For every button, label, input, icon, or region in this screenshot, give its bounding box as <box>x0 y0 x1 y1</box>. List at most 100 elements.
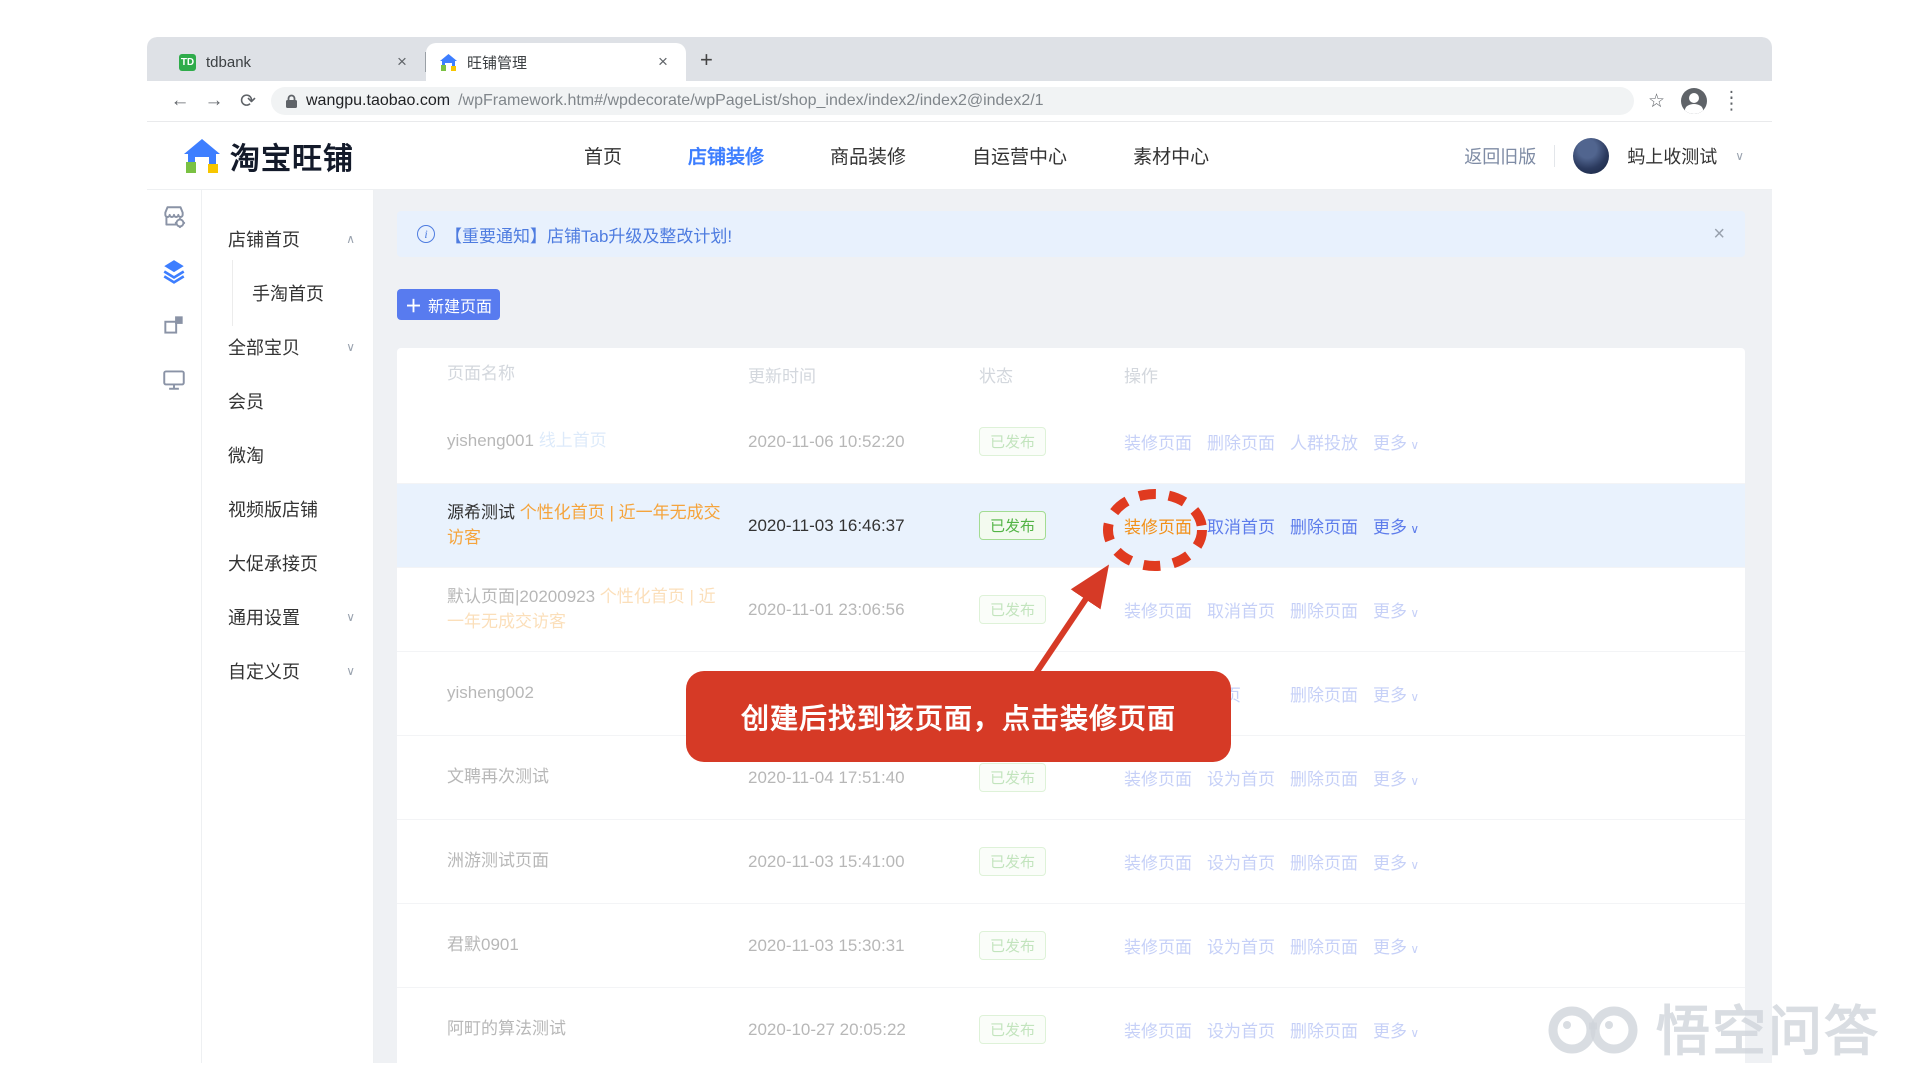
action-link-设为首页[interactable]: 设为首页 <box>1207 933 1275 958</box>
action-link-删除页面[interactable]: 删除页面 <box>1290 681 1358 706</box>
sidebar-item-label: 店铺首页 <box>228 226 300 252</box>
new-page-button[interactable]: ＋ 新建页面 <box>397 289 500 320</box>
action-link-更多[interactable]: 更多 ∨ <box>1373 933 1441 958</box>
action-link-设为首页[interactable]: 设为首页 <box>1207 765 1275 790</box>
status-cell: 已发布 <box>979 1015 1124 1044</box>
action-link-删除页面[interactable]: 删除页面 <box>1290 597 1358 622</box>
page-name: yisheng001 <box>447 431 539 450</box>
plus-icon: ＋ <box>405 292 422 317</box>
widgets-icon[interactable] <box>161 312 187 338</box>
action-link-设为首页[interactable]: 设为首页 <box>1207 1017 1275 1042</box>
status-badge: 已发布 <box>979 511 1046 540</box>
browser-tab-tdbank[interactable]: TD tdbank × <box>165 43 425 81</box>
chevron-down-icon: ∨ <box>1407 1026 1419 1040</box>
sidebar-item-6[interactable]: 大促承接页 <box>202 536 373 590</box>
browser-menu-icon[interactable]: ⋮⋮ <box>1723 95 1740 107</box>
action-link-更多[interactable]: 更多 ∨ <box>1373 597 1441 622</box>
browser-tab-wangpu[interactable]: 旺铺管理 × <box>426 43 686 81</box>
user-name[interactable]: 蚂上收测试 <box>1627 143 1717 169</box>
page-name: 默认页面|20200923 <box>447 587 600 606</box>
address-bar[interactable]: wangpu.taobao.com/wpFramework.htm#/wpdec… <box>271 87 1634 115</box>
action-link-删除页面[interactable]: 删除页面 <box>1207 429 1275 454</box>
table-header-row: 页面名称 更新时间 状态 操作 <box>397 348 1745 400</box>
sidebar-item-1[interactable]: 手淘首页 <box>202 266 373 320</box>
icon-rail <box>147 190 202 1063</box>
lock-icon <box>285 94 298 109</box>
close-tab-icon[interactable]: × <box>393 53 411 71</box>
page-name-cell: 默认页面|20200923 个性化首页 | 近一年无成交访客 <box>397 585 748 634</box>
action-link-删除页面[interactable]: 删除页面 <box>1290 1017 1358 1042</box>
chevron-down-icon: ∨ <box>1407 858 1419 872</box>
action-link-更多[interactable]: 更多 ∨ <box>1373 681 1441 706</box>
status-badge: 已发布 <box>979 931 1046 960</box>
action-link-装修页面[interactable]: 装修页面 <box>1124 1017 1192 1042</box>
app-logo-text: 淘宝旺铺 <box>230 134 354 178</box>
actions-cell: 装修页面取消首页删除页面更多 ∨ <box>1124 597 1745 622</box>
actions-cell: 装修页面设为首页删除页面更多 ∨ <box>1124 765 1745 790</box>
new-tab-button[interactable]: + <box>700 47 713 73</box>
action-link-删除页面[interactable]: 删除页面 <box>1290 849 1358 874</box>
action-link-设为首页[interactable]: 设为首页 <box>1207 849 1275 874</box>
action-link-更多[interactable]: 更多 ∨ <box>1373 513 1441 538</box>
action-link-更多[interactable]: 更多 ∨ <box>1373 1017 1441 1042</box>
chevron-down-icon[interactable]: ∨ <box>1735 149 1744 163</box>
banner-close-icon[interactable]: × <box>1713 223 1725 246</box>
nav-item-2[interactable]: 商品装修 <box>830 142 906 169</box>
main-content: i 【重要通知】店铺Tab升级及整改计划! × ＋ 新建页面 页面名称 更新时间… <box>374 190 1772 1063</box>
app-nav: 首页 店铺装修 商品装修 自运营中心 素材中心 <box>584 142 1209 169</box>
shop-settings-icon[interactable] <box>161 204 187 230</box>
sidebar-item-5[interactable]: 视频版店铺 <box>202 482 373 536</box>
sidebar-item-2[interactable]: 全部宝贝∨ <box>202 320 373 374</box>
update-time-cell: 2020-11-03 15:41:00 <box>748 852 979 872</box>
action-link-装修页面[interactable]: 装修页面 <box>1124 765 1192 790</box>
action-link-取消首页[interactable]: 取消首页 <box>1207 597 1275 622</box>
action-link-更多[interactable]: 更多 ∨ <box>1373 849 1441 874</box>
action-link-更多[interactable]: 更多 ∨ <box>1373 429 1441 454</box>
action-link-更多[interactable]: 更多 ∨ <box>1373 765 1441 790</box>
action-link-删除页面[interactable]: 删除页面 <box>1290 513 1358 538</box>
layers-icon-active[interactable] <box>161 258 187 284</box>
actions-cell: 装修页面删除页面人群投放更多 ∨ <box>1124 429 1745 454</box>
action-link-装修页面[interactable]: 装修页面 <box>1124 597 1192 622</box>
action-link-装修页面[interactable]: 装修页面 <box>1124 429 1192 454</box>
page-name-cell: 文聘再次测试 <box>397 765 748 790</box>
page-name-cell: 君默0901 <box>397 933 748 958</box>
nav-item-4[interactable]: 素材中心 <box>1133 142 1209 169</box>
action-link-删除页面[interactable]: 删除页面 <box>1290 933 1358 958</box>
status-cell: 已发布 <box>979 427 1124 456</box>
sidebar-item-7[interactable]: 通用设置∨ <box>202 590 373 644</box>
action-link-取消首页[interactable]: 取消首页 <box>1207 513 1275 538</box>
sidebar-item-0[interactable]: 店铺首页∧ <box>202 212 373 266</box>
update-time-cell: 2020-11-03 16:46:37 <box>748 516 979 536</box>
reload-icon[interactable]: ⟳ <box>231 90 265 113</box>
nav-item-0[interactable]: 首页 <box>584 142 622 169</box>
close-tab-icon[interactable]: × <box>654 53 672 71</box>
sidebar-item-4[interactable]: 微淘 <box>202 428 373 482</box>
sidebar-item-label: 通用设置 <box>228 604 300 630</box>
status-cell: 已发布 <box>979 847 1124 876</box>
back-icon[interactable]: ← <box>163 90 197 112</box>
action-link-装修页面[interactable]: 装修页面 <box>1124 513 1192 538</box>
sidebar-item-8[interactable]: 自定义页∨ <box>202 644 373 698</box>
nav-item-3[interactable]: 自运营中心 <box>972 142 1067 169</box>
action-link-人群投放[interactable]: 人群投放 <box>1290 429 1358 454</box>
table-row-0: yisheng001 线上首页2020-11-06 10:52:20已发布装修页… <box>397 400 1745 484</box>
bookmark-star-icon[interactable]: ☆ <box>1648 90 1665 113</box>
status-badge: 已发布 <box>979 595 1046 624</box>
page-name-tag[interactable]: 线上首页 <box>539 431 607 450</box>
action-link-装修页面[interactable]: 装修页面 <box>1124 849 1192 874</box>
monitor-icon[interactable] <box>161 366 187 392</box>
notice-text[interactable]: 【重要通知】店铺Tab升级及整改计划! <box>445 222 732 247</box>
column-header-page-name: 页面名称 <box>397 362 748 387</box>
td-bank-favicon-icon: TD <box>179 54 196 71</box>
nav-item-1[interactable]: 店铺装修 <box>688 142 764 169</box>
action-link-装修页面[interactable]: 装修页面 <box>1124 933 1192 958</box>
sidebar-item-label: 手淘首页 <box>252 280 324 306</box>
sidebar-item-3[interactable]: 会员 <box>202 374 373 428</box>
action-link-删除页面[interactable]: 删除页面 <box>1290 765 1358 790</box>
user-avatar[interactable] <box>1573 138 1609 174</box>
forward-icon[interactable]: → <box>197 90 231 112</box>
browser-profile-icon[interactable] <box>1681 88 1707 114</box>
back-to-old-version-link[interactable]: 返回旧版 <box>1464 143 1536 169</box>
page-name-cell: 洲游测试页面 <box>397 849 748 874</box>
